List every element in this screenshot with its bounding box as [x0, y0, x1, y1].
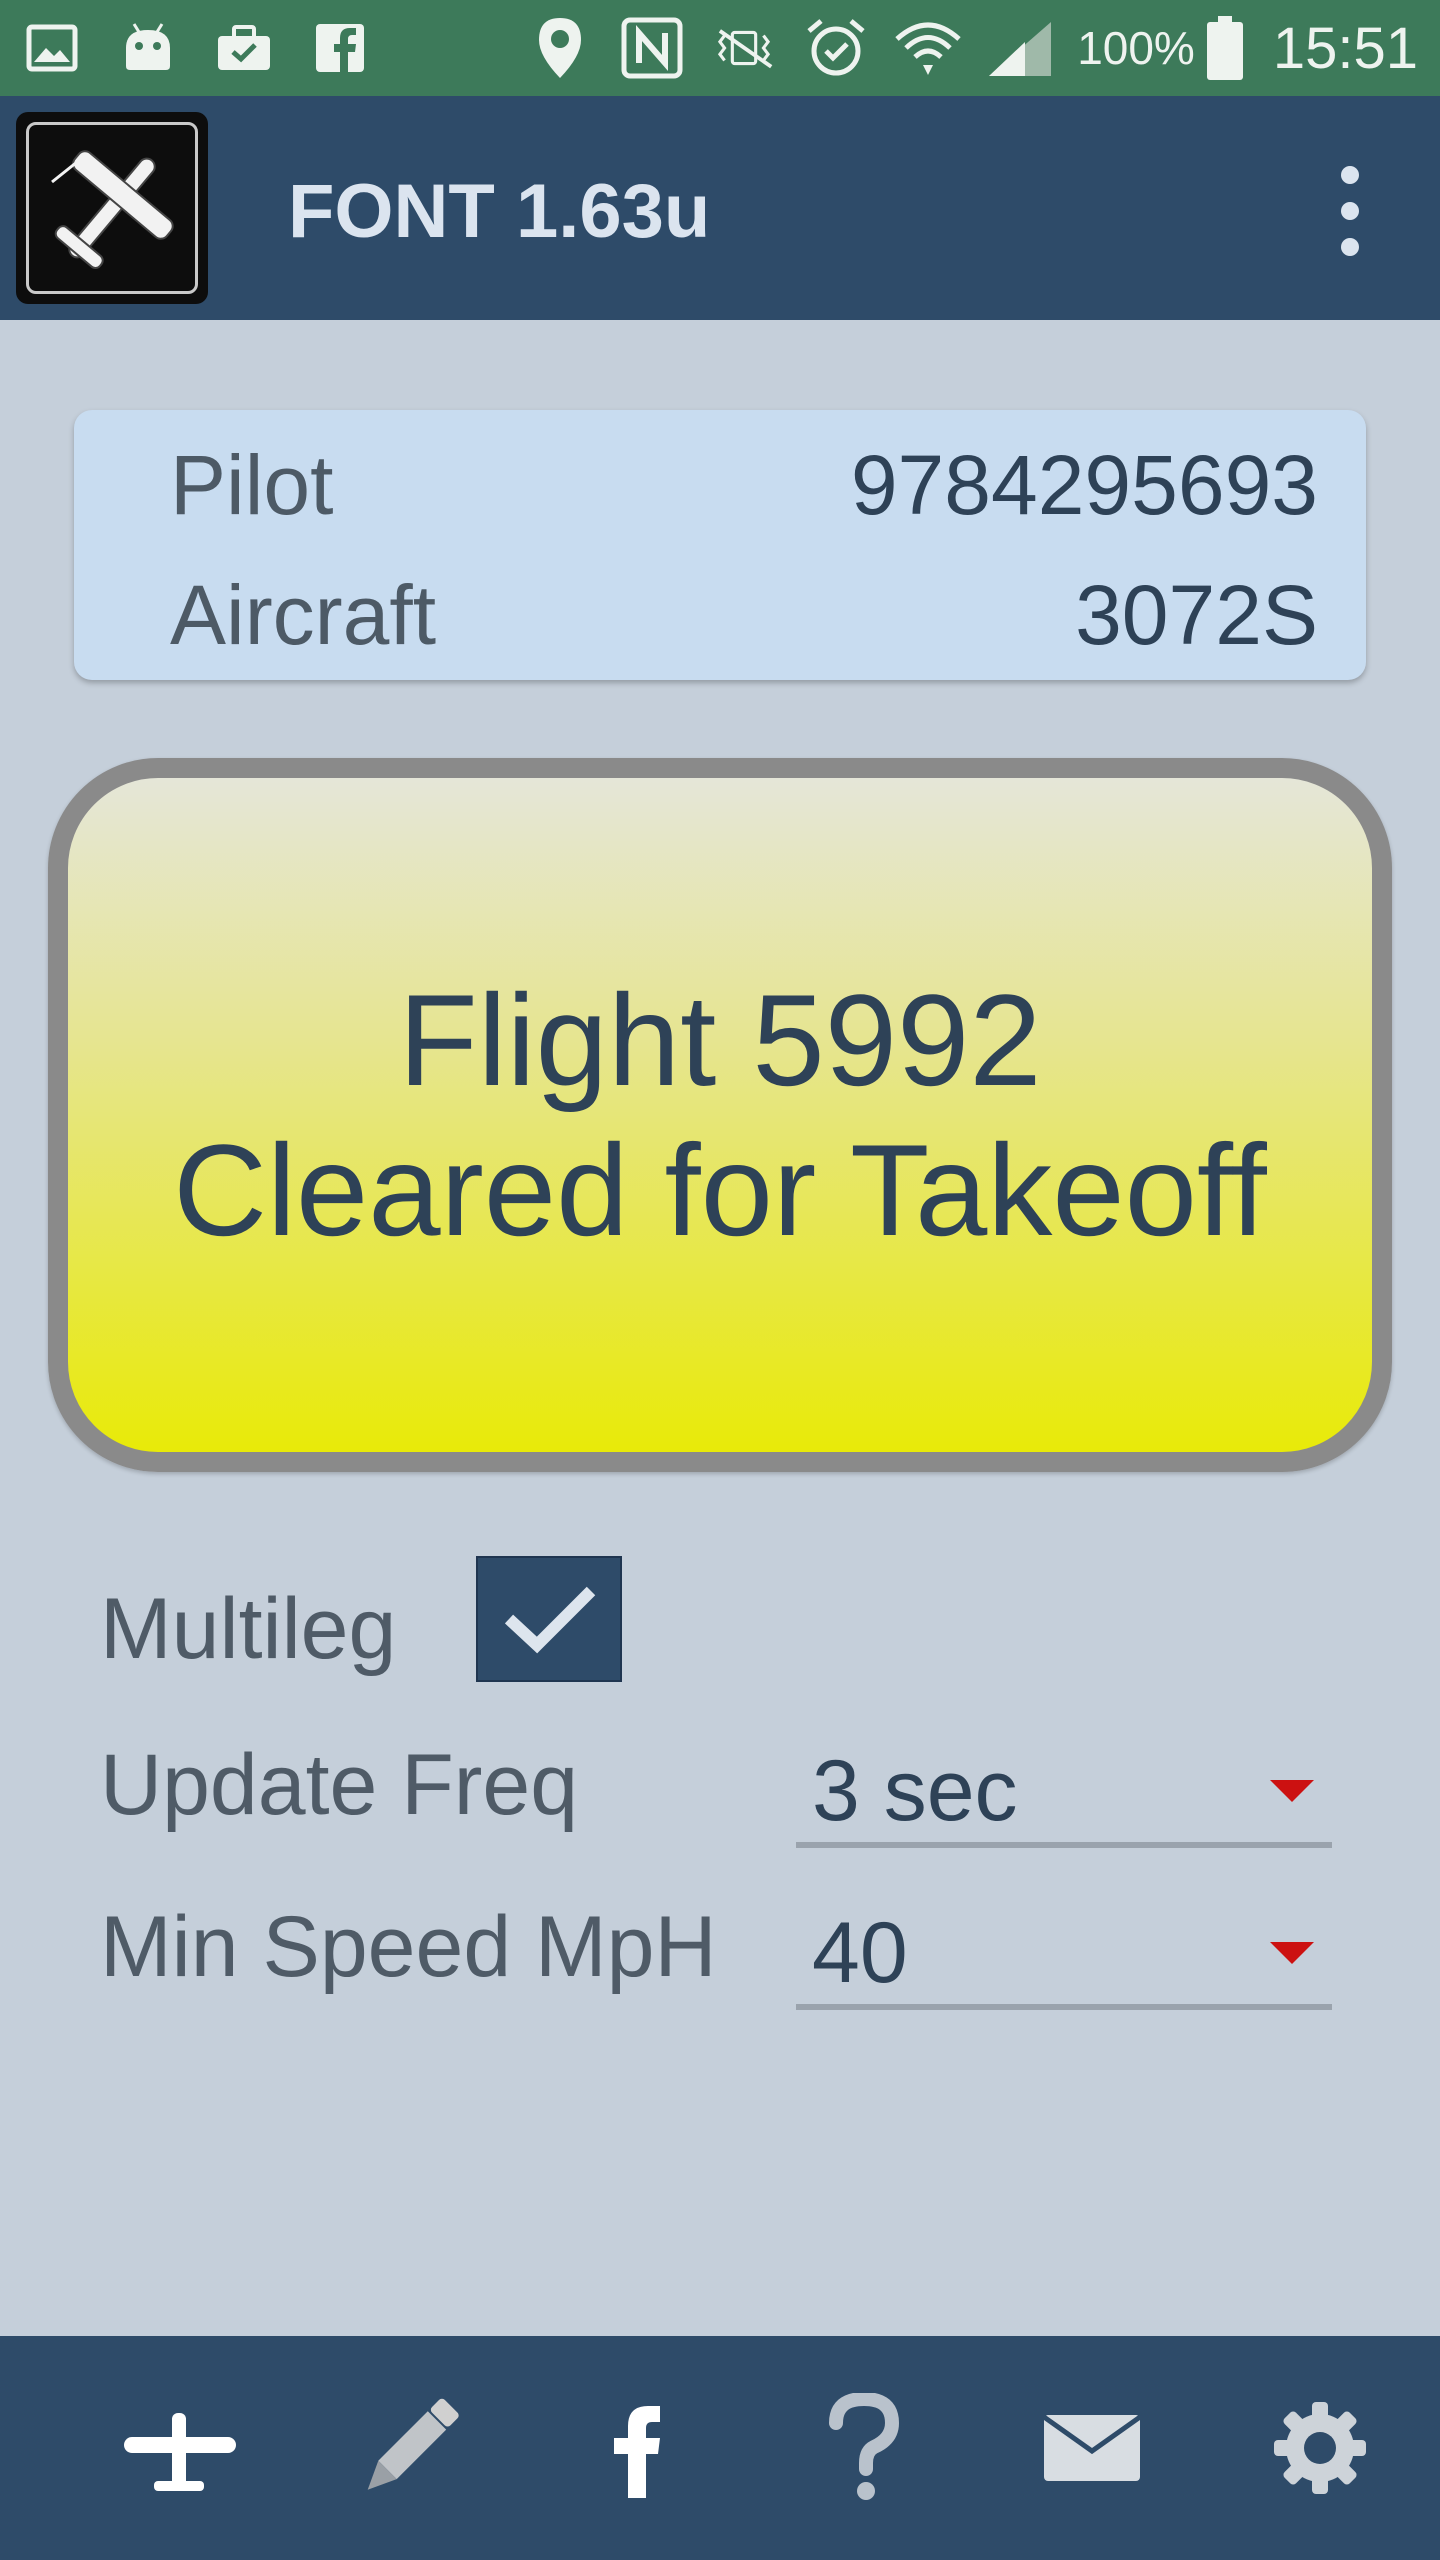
settings-icon — [1274, 2402, 1366, 2494]
pencil-icon — [367, 2398, 459, 2490]
multileg-label: Multileg — [100, 1581, 397, 1677]
app-logo[interactable] — [16, 112, 208, 304]
help-icon — [829, 2393, 900, 2500]
facebook-icon — [614, 2406, 660, 2498]
update-freq-value: 3 sec — [812, 1743, 1018, 1839]
pilot-label: Pilot — [170, 437, 334, 532]
nav-mail-button[interactable] — [1012, 2368, 1172, 2528]
nav-edit-button[interactable] — [328, 2368, 488, 2528]
update-freq-label: Update Freq — [100, 1737, 579, 1833]
location-pin-icon — [525, 18, 595, 78]
wifi-icon — [893, 18, 963, 78]
status-bar: 100% 15:51 — [0, 0, 1440, 96]
clearance-text: Cleared for Takeoff — [173, 1117, 1267, 1263]
nfc-icon — [617, 17, 687, 79]
battery-icon — [1203, 16, 1247, 80]
alarm-icon — [801, 18, 871, 78]
overflow-menu-icon[interactable] — [1320, 166, 1380, 256]
nav-facebook-button[interactable] — [556, 2368, 716, 2528]
aircraft-row: Aircraft 3072S — [170, 560, 1318, 670]
aircraft-value: 3072S — [1075, 567, 1318, 662]
facebook-icon — [310, 18, 370, 78]
gallery-icon — [22, 18, 82, 78]
min-speed-value: 40 — [812, 1905, 908, 2001]
airplane-logo-icon — [51, 150, 174, 269]
aircraft-label: Aircraft — [170, 567, 437, 662]
pilot-row: Pilot 9784295693 — [170, 430, 1318, 540]
signal-icon — [985, 18, 1055, 78]
min-speed-dropdown[interactable]: 40 — [796, 1900, 1332, 2010]
airplane-icon — [124, 2413, 236, 2491]
min-speed-label: Min Speed MpH — [100, 1899, 717, 1995]
nav-help-button[interactable] — [784, 2368, 944, 2528]
app-bar: FONT 1.63u — [0, 96, 1440, 320]
bottom-nav — [0, 2336, 1440, 2560]
clock: 15:51 — [1272, 15, 1418, 81]
update-freq-dropdown[interactable]: 3 sec — [796, 1738, 1332, 1848]
nav-flight-button[interactable] — [100, 2368, 260, 2528]
pilot-aircraft-card: Pilot 9784295693 Aircraft 3072S — [74, 410, 1366, 680]
dropdown-arrow-icon — [1270, 1780, 1314, 1802]
pilot-value: 9784295693 — [850, 437, 1318, 532]
vibrate-off-icon — [709, 18, 779, 78]
briefcase-icon — [214, 18, 274, 78]
flight-status-button[interactable]: Flight 5992 Cleared for Takeoff — [48, 758, 1392, 1472]
nav-settings-button[interactable] — [1240, 2368, 1400, 2528]
dropdown-arrow-icon — [1270, 1942, 1314, 1964]
multileg-checkbox[interactable] — [476, 1556, 622, 1682]
mail-icon — [1042, 2414, 1142, 2481]
app-title: FONT 1.63u — [288, 169, 711, 254]
android-icon — [118, 18, 178, 78]
checkmark-icon — [504, 1586, 596, 1654]
battery-percent: 100% — [1077, 22, 1195, 74]
flight-number-text: Flight 5992 — [398, 967, 1042, 1113]
